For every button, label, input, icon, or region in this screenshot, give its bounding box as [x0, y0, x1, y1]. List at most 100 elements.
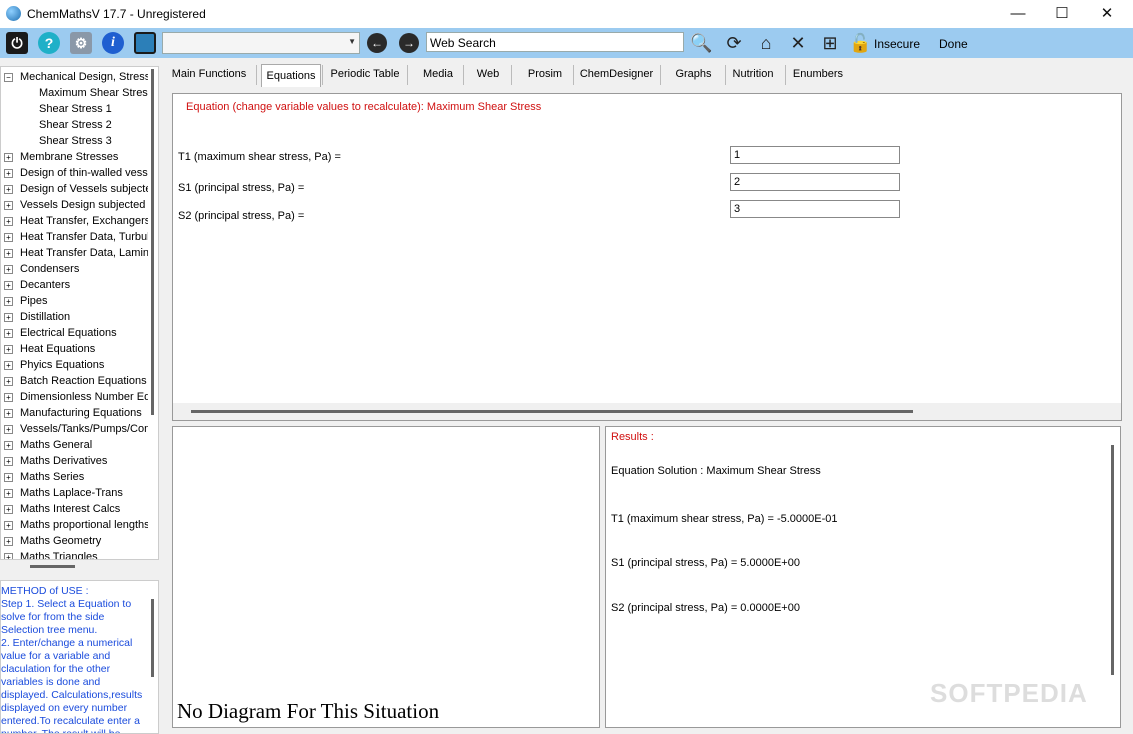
expand-icon[interactable]: +: [4, 537, 13, 546]
tree-horizontal-scrollbar[interactable]: [0, 560, 159, 574]
expand-icon[interactable]: +: [4, 553, 13, 559]
monitor-icon[interactable]: [134, 32, 156, 54]
expand-icon[interactable]: +: [4, 329, 13, 338]
tree-scroll-thumb[interactable]: [151, 69, 154, 415]
tree-vertical-scrollbar[interactable]: [148, 67, 158, 559]
close-window-button[interactable]: ✕: [1084, 0, 1130, 28]
collapse-icon[interactable]: −: [4, 73, 13, 82]
expand-icon[interactable]: +: [4, 505, 13, 514]
window-title: ChemMathsV 17.7 - Unregistered: [27, 7, 206, 21]
new-tab-icon[interactable]: ⊞: [819, 32, 841, 54]
tree-item-label: Heat Transfer, Exchangers: [20, 215, 151, 227]
minimize-button[interactable]: —: [995, 0, 1041, 28]
method-line: number. The result will be: [1, 728, 121, 734]
navigation-combo[interactable]: ▼: [162, 32, 360, 54]
tree-item-label: Vessels Design subjected: [20, 199, 146, 211]
equation-header: Equation (change variable values to reca…: [186, 101, 542, 113]
expand-icon[interactable]: +: [4, 313, 13, 322]
stop-icon[interactable]: ✕: [787, 32, 809, 54]
expand-icon[interactable]: +: [4, 393, 13, 402]
expand-icon[interactable]: +: [4, 473, 13, 482]
result-s1: S1 (principal stress, Pa) = 5.0000E+00: [611, 557, 800, 569]
expand-icon[interactable]: +: [4, 489, 13, 498]
tree-item-label: Maths Laplace-Trans: [20, 487, 123, 499]
insecure-label: Insecure: [874, 37, 921, 51]
tab-main-functions[interactable]: Main Functions: [165, 63, 253, 85]
expand-icon[interactable]: +: [4, 217, 13, 226]
method-line: Selection tree menu.: [1, 624, 98, 636]
tree-item-label: Condensers: [20, 263, 80, 275]
expand-icon[interactable]: +: [4, 297, 13, 306]
tree-hscroll-thumb[interactable]: [30, 565, 75, 568]
tree-item-label: Phyics Equations: [20, 359, 105, 371]
expand-icon[interactable]: +: [4, 233, 13, 242]
power-icon[interactable]: ⏻: [6, 32, 28, 54]
equation-panel: Equation (change variable values to reca…: [172, 93, 1122, 421]
done-label: Done: [939, 37, 968, 51]
expand-icon[interactable]: +: [4, 185, 13, 194]
equation-hscroll-thumb[interactable]: [191, 410, 913, 413]
tab-nutrition[interactable]: Nutrition: [724, 63, 782, 85]
tab-separator: [463, 65, 464, 85]
tab-enumbers[interactable]: Enumbers: [785, 63, 851, 85]
tab-web[interactable]: Web: [468, 63, 508, 85]
method-line: displayed on every number: [1, 702, 128, 714]
method-scroll-thumb[interactable]: [151, 599, 154, 677]
expand-icon[interactable]: +: [4, 377, 13, 386]
method-line: Step 1. Select a Equation to: [1, 598, 132, 610]
app-logo-icon: [6, 6, 21, 21]
maximize-button[interactable]: ☐: [1039, 0, 1085, 28]
tree-item-label: Maximum Shear Stress: [39, 87, 154, 99]
tree-item-label: Shear Stress 3: [39, 135, 112, 147]
expand-icon[interactable]: +: [4, 521, 13, 530]
method-line: variables is done and: [1, 676, 101, 688]
s1-input[interactable]: [730, 173, 900, 191]
tab-prosim[interactable]: Prosim: [520, 63, 570, 85]
t1-input[interactable]: [730, 146, 900, 164]
tree-item-label: Shear Stress 2: [39, 119, 112, 131]
tree-item-label: Batch Reaction Equations: [20, 375, 147, 387]
expand-icon[interactable]: +: [4, 441, 13, 450]
back-icon[interactable]: ←: [367, 33, 387, 53]
result-t1: T1 (maximum shear stress, Pa) = -5.0000E…: [611, 513, 838, 525]
tab-equations[interactable]: Equations: [261, 64, 321, 87]
refresh-icon[interactable]: ⟳: [723, 32, 745, 54]
expand-icon[interactable]: +: [4, 409, 13, 418]
tab-chemdesigner[interactable]: ChemDesigner: [576, 63, 657, 85]
expand-icon[interactable]: +: [4, 201, 13, 210]
tree-item-label: Dimensionless Number Eq: [20, 391, 151, 403]
tree-item-label: Maths Series: [20, 471, 85, 483]
equation-horizontal-scrollbar[interactable]: [173, 403, 1121, 420]
expand-icon[interactable]: +: [4, 249, 13, 258]
tab-graphs[interactable]: Graphs: [665, 63, 722, 85]
tree-item-label: Heat Transfer Data, Turbul: [20, 231, 150, 243]
expand-icon[interactable]: +: [4, 265, 13, 274]
s2-label: S2 (principal stress, Pa) =: [178, 210, 305, 222]
tab-periodic-table[interactable]: Periodic Table: [326, 63, 404, 85]
expand-icon[interactable]: +: [4, 425, 13, 434]
info-icon[interactable]: i: [102, 32, 124, 54]
settings-icon[interactable]: ⚙: [70, 32, 92, 54]
results-scroll-thumb[interactable]: [1111, 445, 1114, 675]
tab-media[interactable]: Media: [416, 63, 460, 85]
unlock-icon[interactable]: 🔓: [849, 32, 871, 54]
expand-icon[interactable]: +: [4, 361, 13, 370]
expand-icon[interactable]: +: [4, 345, 13, 354]
result-s2: S2 (principal stress, Pa) = 0.0000E+00: [611, 602, 800, 614]
expand-icon[interactable]: +: [4, 169, 13, 178]
chevron-down-icon[interactable]: ▼: [348, 37, 356, 46]
expand-icon[interactable]: +: [4, 153, 13, 162]
expand-icon[interactable]: +: [4, 457, 13, 466]
s2-input[interactable]: [730, 200, 900, 218]
web-search-input[interactable]: Web Search: [426, 32, 684, 52]
tree-item-label: Maths Derivatives: [20, 455, 108, 467]
forward-icon[interactable]: →: [399, 33, 419, 53]
method-line: value for a variable and: [1, 650, 111, 662]
tab-separator: [407, 65, 408, 85]
home-icon[interactable]: ⌂: [755, 32, 777, 54]
search-icon[interactable]: 🔍: [690, 32, 712, 54]
expand-icon[interactable]: +: [4, 281, 13, 290]
help-icon[interactable]: ?: [38, 32, 60, 54]
tree-item-label: Distillation: [20, 311, 71, 323]
tree-item-label: Maths proportional lengths: [20, 519, 150, 531]
